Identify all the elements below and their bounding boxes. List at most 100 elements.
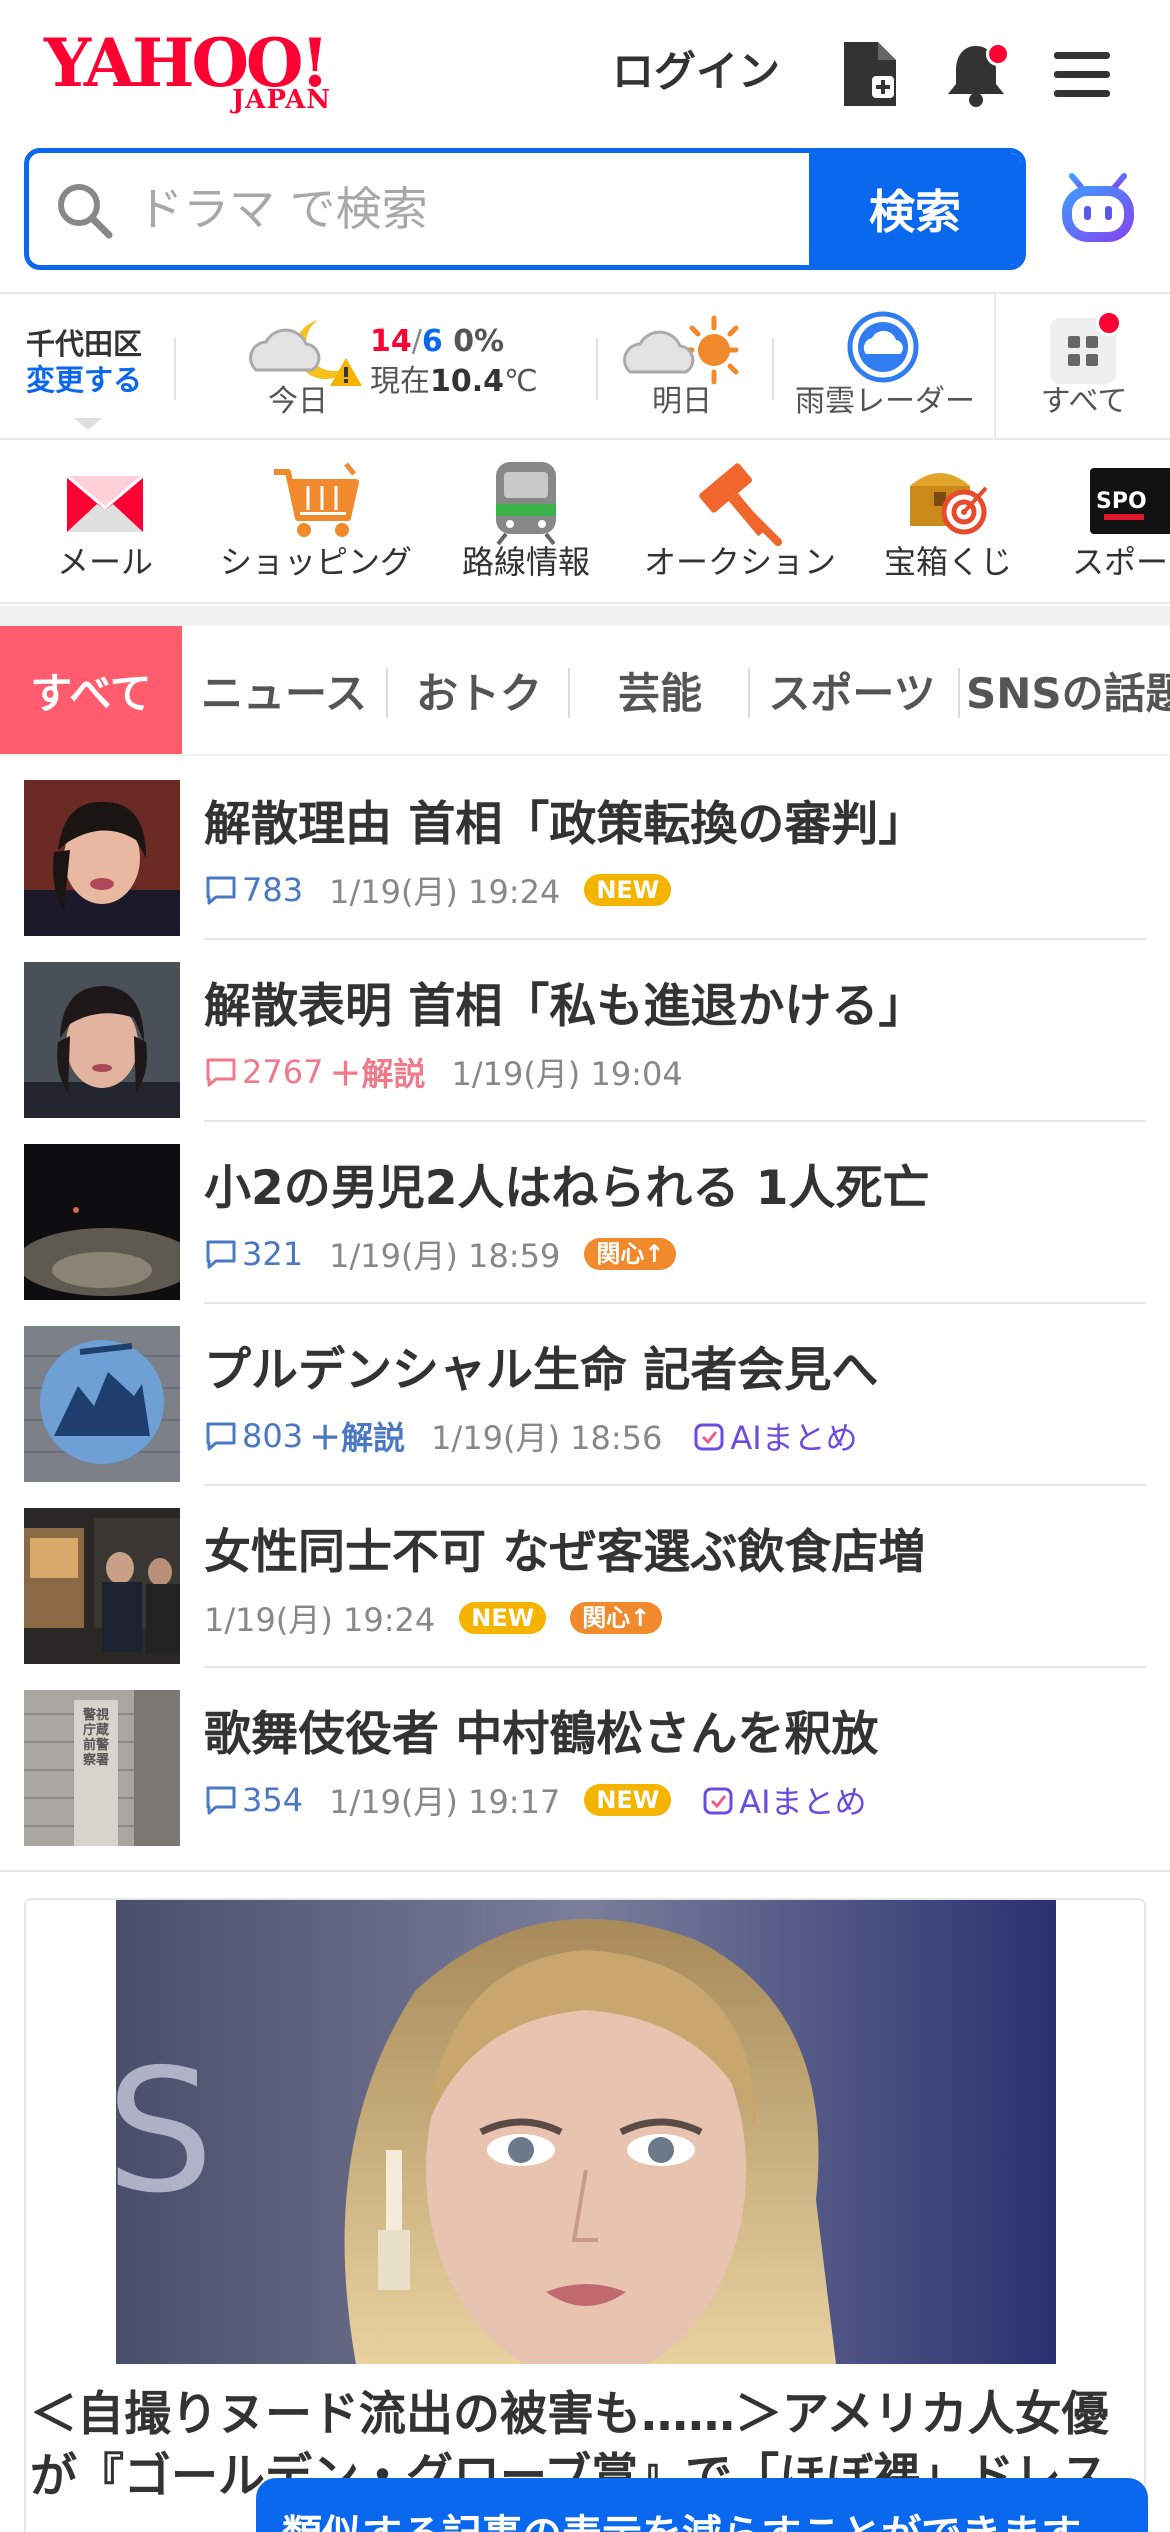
police-station-sign: 警視庁蔵前警察署: [82, 1708, 109, 1768]
service-mail[interactable]: メール: [30, 442, 180, 602]
news-headline[interactable]: 解散表明 首相「私も進退かける」: [204, 978, 925, 1036]
list-item[interactable]: プルデンシャル生命 記者会見へ 803 ＋解説 1/19(月) 18:56 AI…: [0, 1304, 1170, 1486]
comment-icon: [206, 1058, 236, 1087]
news-thumbnail: [24, 1144, 180, 1300]
train-icon: [496, 462, 556, 546]
news-headline[interactable]: 解散理由 首相「政策転換の審判」: [204, 796, 925, 854]
comment-count: 783: [242, 871, 304, 909]
search-button[interactable]: 検索: [809, 153, 1021, 265]
news-thumbnail: [24, 780, 180, 936]
search-input[interactable]: [137, 153, 827, 265]
news-time: 1/19(月) 18:59: [329, 1237, 561, 1275]
service-shortcuts: メール ショッピング 路線情報 オークション 宝箱くじ SPO スポーツ: [0, 442, 1170, 604]
service-shopping[interactable]: ショッピング: [216, 442, 416, 602]
news-headline[interactable]: 女性同士不可 なぜ客選ぶ飲食店増: [204, 1524, 925, 1582]
news-time: 1/19(月) 18:56: [431, 1419, 663, 1457]
tab-deals[interactable]: おトク: [390, 626, 568, 754]
list-item[interactable]: 警視庁蔵前警察署 歌舞伎役者 中村鶴松さんを釈放 354 1/19(月) 19:…: [0, 1668, 1170, 1850]
ai-summary-icon: [694, 1423, 724, 1451]
news-meta: 1/19(月) 19:24 NEW 関心↑: [204, 1598, 663, 1639]
comment-icon: [206, 1786, 236, 1815]
similar-articles-toast[interactable]: 類似する記事の表示を減らすことができます: [256, 2478, 1148, 2532]
featured-article-image[interactable]: S: [116, 1900, 1056, 2364]
ai-assistant-icon[interactable]: [1058, 168, 1138, 248]
weather-bar: 千代田区 変更する 今日 14/6 0% 現在10.4℃ 明日 雨雲レーダー す…: [0, 292, 1170, 440]
today-temperatures: 14/6 0%: [370, 324, 505, 359]
hamburger-menu-icon[interactable]: [1050, 38, 1114, 110]
news-headline[interactable]: 小2の男児2人はねられる 1人死亡: [204, 1160, 929, 1218]
featured-article-card[interactable]: S ＜自撮りヌード流出の被害も……＞アメリカ人女優が『ゴールデン・グローブ賞』で…: [24, 1898, 1146, 2532]
commentary-tag: ＋解説: [329, 1055, 426, 1093]
comment-icon: [206, 1240, 236, 1269]
precipitation: 0%: [453, 324, 505, 359]
area-caret-icon: [74, 418, 102, 430]
sports-icon: SPO: [1090, 468, 1170, 534]
new-badge: NEW: [584, 1784, 672, 1816]
treasure-box-icon: [910, 473, 988, 535]
low-temp: 6: [421, 324, 443, 359]
yahoo-japan-logo[interactable]: YAHOO! JAPAN: [44, 30, 364, 120]
tab-sns-topics[interactable]: SNSの話題: [966, 626, 1170, 754]
news-time: 1/19(月) 19:17: [329, 1783, 561, 1821]
search-bar: 検索: [0, 140, 1170, 290]
news-headline[interactable]: プルデンシャル生命 記者会見へ: [204, 1342, 878, 1400]
tomorrow-label[interactable]: 明日: [632, 384, 732, 420]
list-item[interactable]: 解散表明 首相「私も進退かける」 2767 ＋解説 1/19(月) 19:04: [0, 940, 1170, 1122]
tab-all[interactable]: すべて: [0, 626, 182, 754]
search-icon: [58, 184, 113, 239]
ai-summary-tag: AIまとめ: [692, 1413, 858, 1459]
notification-dot: [986, 42, 1010, 66]
news-meta: 803 ＋解説 1/19(月) 18:56 AIまとめ: [204, 1413, 858, 1459]
service-auction[interactable]: オークション: [640, 442, 840, 602]
today-label: 今日: [268, 384, 328, 419]
list-item[interactable]: 女性同士不可 なぜ客選ぶ飲食店増 1/19(月) 19:24 NEW 関心↑: [0, 1486, 1170, 1668]
area-name: 千代田区: [26, 327, 143, 361]
login-link[interactable]: ログイン: [612, 46, 780, 98]
news-meta: 2767 ＋解説 1/19(月) 19:04: [204, 1052, 683, 1093]
tab-sports[interactable]: スポーツ: [752, 626, 952, 754]
all-services-label[interactable]: すべて: [1034, 384, 1134, 420]
mail-icon: [66, 474, 144, 532]
news-time: 1/19(月) 19:24: [329, 873, 561, 911]
change-area-link[interactable]: 変更する: [26, 362, 166, 398]
news-meta: 321 1/19(月) 18:59 関心↑: [204, 1234, 677, 1275]
cart-icon: [274, 462, 359, 537]
notification-bell-icon[interactable]: [944, 38, 1010, 110]
rain-radar-label[interactable]: 雨雲レーダー: [790, 384, 980, 420]
top-header: YAHOO! JAPAN ログイン: [0, 0, 1170, 140]
rain-radar-icon[interactable]: [846, 310, 920, 384]
new-badge: NEW: [459, 1602, 547, 1634]
news-time: 1/19(月) 19:24: [204, 1601, 436, 1639]
comment-icon: [206, 876, 236, 905]
news-thumbnail: 警視庁蔵前警察署: [24, 1690, 180, 1846]
news-headline[interactable]: 歌舞伎役者 中村鶴松さんを釈放: [204, 1706, 878, 1764]
high-temp: 14: [370, 324, 412, 359]
comment-count: 321: [242, 1235, 304, 1273]
comment-count: 354: [242, 1781, 304, 1819]
interest-badge: 関心↑: [570, 1602, 663, 1634]
service-transit[interactable]: 路線情報: [446, 442, 606, 602]
news-thumbnail: [24, 1326, 180, 1482]
list-item[interactable]: 小2の男児2人はねられる 1人死亡 321 1/19(月) 18:59 関心↑: [0, 1122, 1170, 1304]
tab-entertainment[interactable]: 芸能: [572, 626, 748, 754]
new-badge: NEW: [584, 874, 672, 906]
search-box: 検索: [24, 148, 1026, 270]
logo-subtext: JAPAN: [232, 85, 332, 115]
section-divider: [0, 1870, 1170, 1872]
auction-hammer-icon: [699, 463, 782, 546]
category-tabs: すべて ニュース おトク 芸能 スポーツ SNSの話題: [0, 626, 1170, 754]
tab-news[interactable]: ニュース: [186, 626, 382, 754]
interest-badge: 関心↑: [584, 1238, 677, 1270]
news-meta: 783 1/19(月) 19:24 NEW: [204, 870, 672, 911]
weather-area[interactable]: 千代田区 変更する: [26, 326, 166, 398]
service-sports[interactable]: SPO スポーツ: [1062, 442, 1170, 602]
svg-text:S: S: [116, 2033, 214, 2231]
comment-icon: [206, 1422, 236, 1451]
list-item[interactable]: 解散理由 首相「政策転換の審判」 783 1/19(月) 19:24 NEW: [0, 758, 1170, 940]
document-add-icon[interactable]: [838, 38, 902, 110]
news-meta: 354 1/19(月) 19:17 NEW AIまとめ: [204, 1777, 867, 1823]
service-treasure-lottery[interactable]: 宝箱くじ: [870, 442, 1026, 602]
current-temp: 現在10.4℃: [370, 364, 538, 399]
comment-count: 803: [242, 1417, 304, 1455]
ai-summary-tag: AIまとめ: [701, 1777, 867, 1823]
